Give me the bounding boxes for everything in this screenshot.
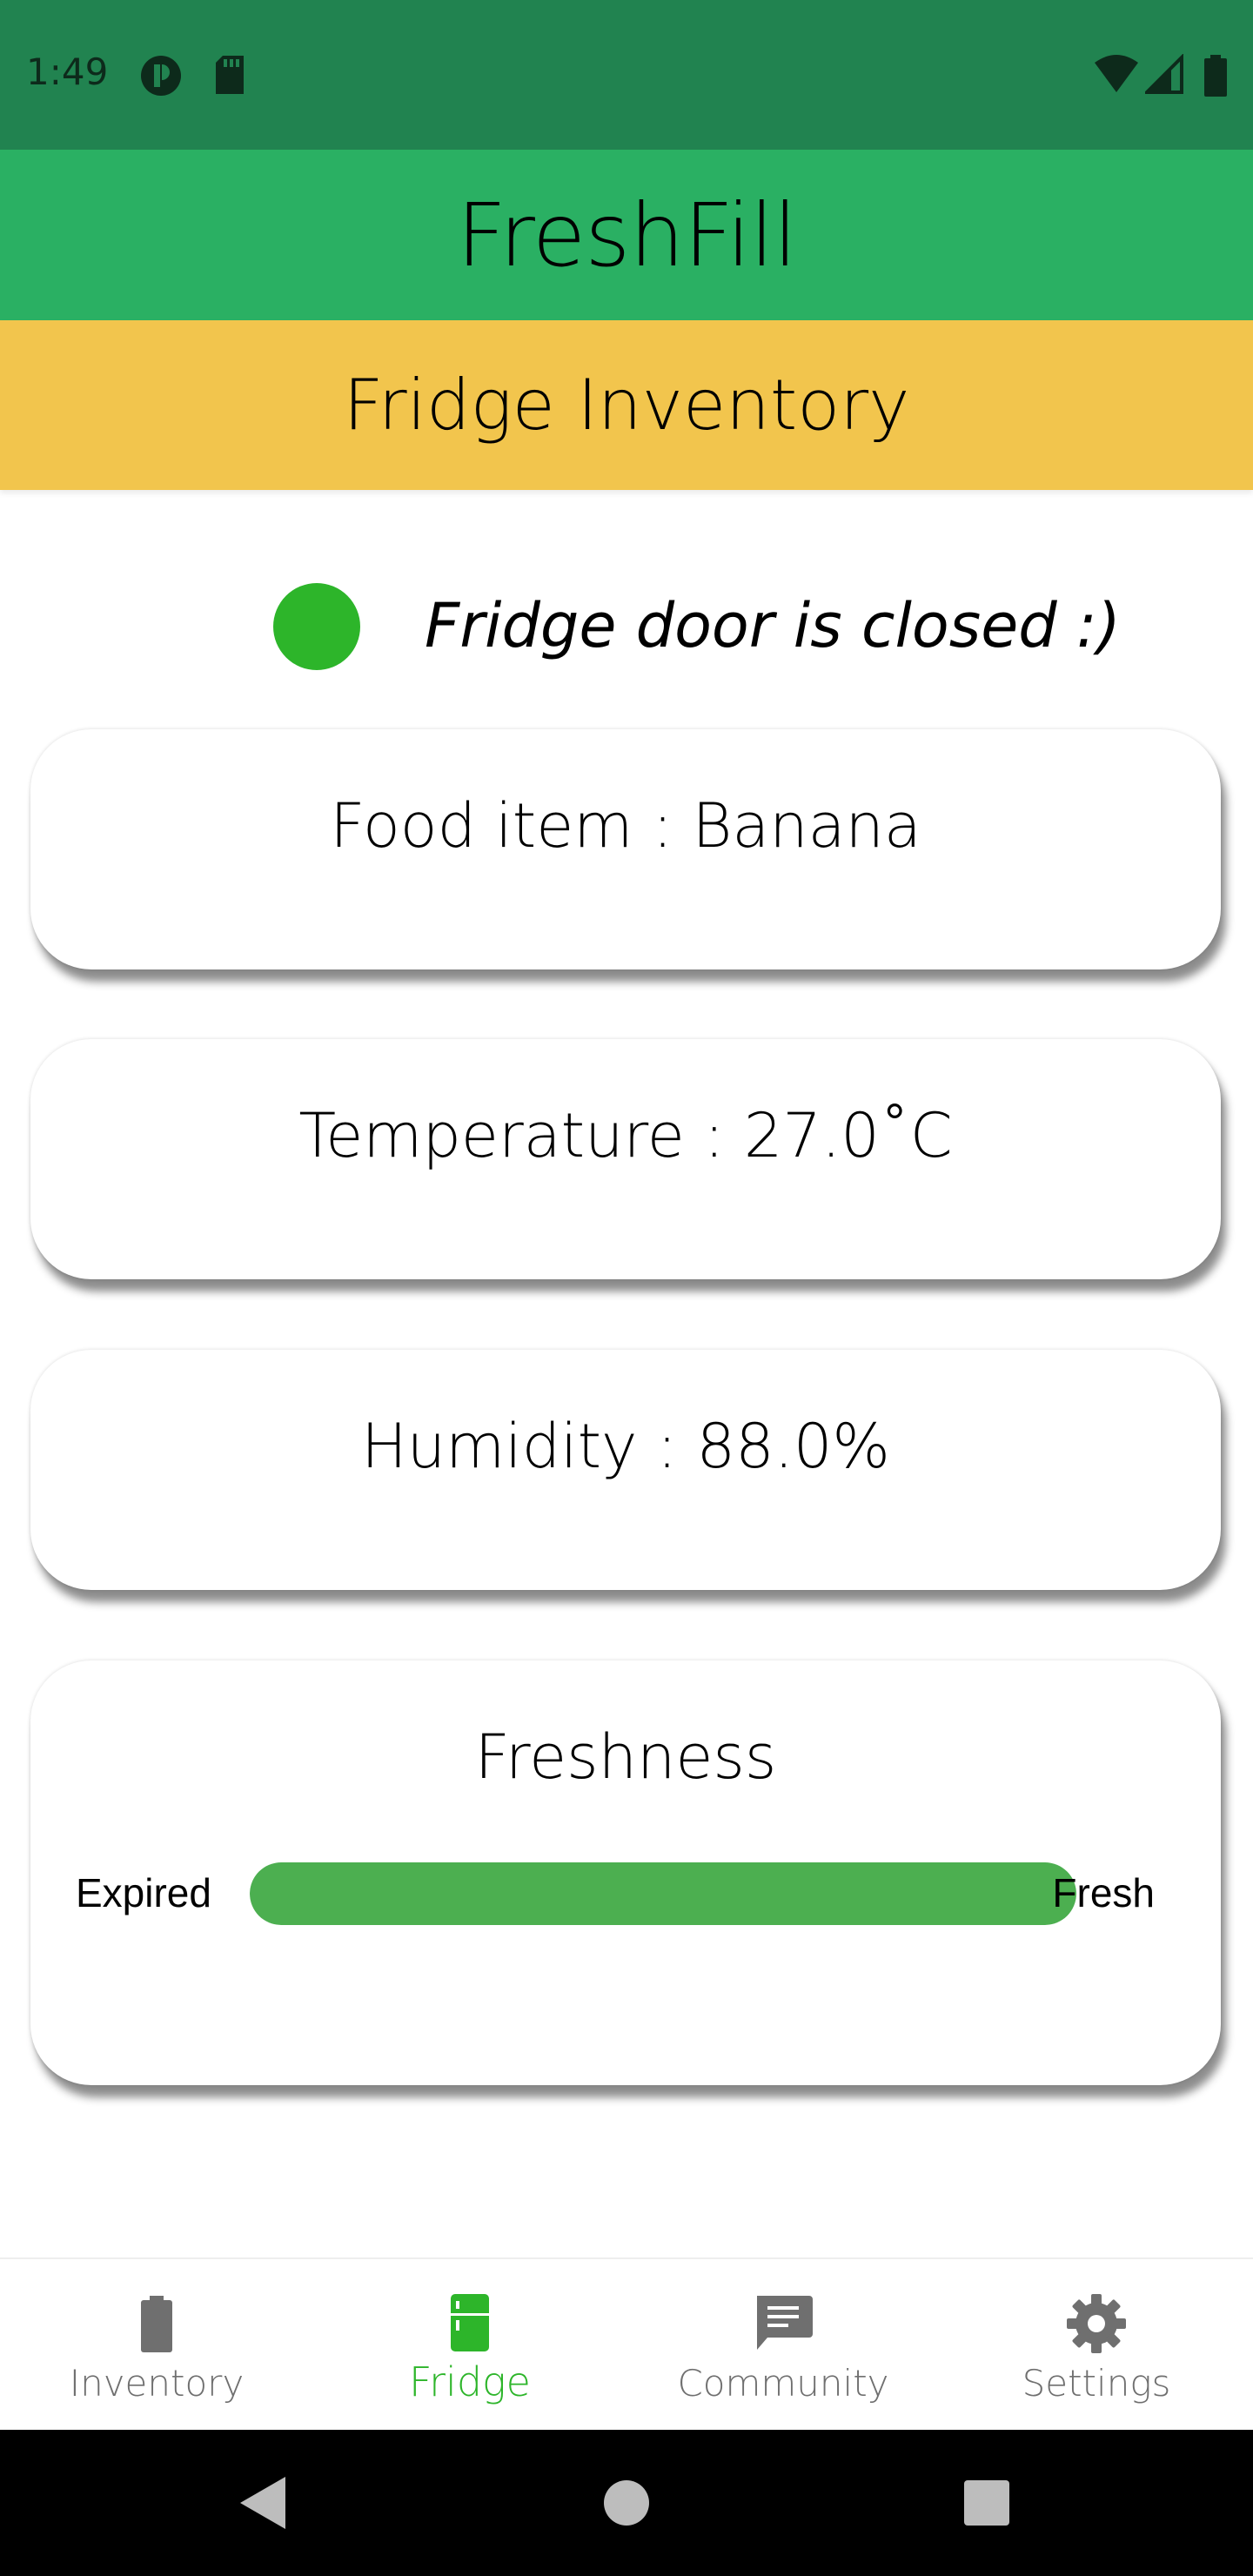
food-item-card: Food item : Banana: [30, 729, 1221, 969]
battery-icon: [141, 2296, 172, 2352]
door-status: Fridge door is closed :): [0, 574, 1253, 679]
app-bar: FreshFill: [0, 150, 1253, 320]
food-item-text: Food item : Banana: [330, 790, 921, 862]
nav-item-community[interactable]: Community: [626, 2259, 940, 2432]
page-title: Fridge Inventory: [343, 365, 910, 446]
status-time: 1:49: [26, 50, 109, 93]
humidity-text: Humidity : 88.0%: [361, 1411, 890, 1482]
chat-icon: [757, 2296, 813, 2350]
freshness-meter: Expired Fresh: [76, 1862, 1176, 1925]
humidity-card: Humidity : 88.0%: [30, 1350, 1221, 1590]
freshness-title: Freshness: [474, 1721, 777, 1793]
temperature-card: Temperature : 27.0˚C: [30, 1039, 1221, 1279]
nav-label-inventory: Inventory: [69, 2362, 245, 2405]
door-status-indicator: [273, 583, 360, 670]
status-bar: 1:49: [0, 0, 1253, 150]
freshness-card: Freshness Expired Fresh: [30, 1660, 1221, 2085]
freshness-bar-fill: [250, 1862, 1076, 1925]
nav-item-inventory[interactable]: Inventory: [0, 2259, 313, 2432]
bottom-navigation: Inventory Fridge Community Settings: [0, 2257, 1253, 2432]
app-notification-icon: [141, 56, 181, 96]
nav-label-settings: Settings: [1022, 2362, 1171, 2405]
nav-label-community: Community: [677, 2362, 889, 2405]
section-header: Fridge Inventory: [0, 320, 1253, 490]
battery-icon: [1204, 55, 1227, 97]
system-navigation-bar: [0, 2430, 1253, 2576]
sd-card-icon: [216, 56, 244, 94]
freshness-expired-label: Expired: [76, 1870, 211, 1915]
freshness-bar: [250, 1862, 1076, 1925]
temperature-text: Temperature : 27.0˚C: [298, 1100, 953, 1171]
gear-icon: [1067, 2294, 1126, 2353]
nav-item-settings[interactable]: Settings: [940, 2259, 1253, 2432]
wifi-icon: [1095, 55, 1138, 92]
screen: 1:49 FreshFill Fridge Inventory Fridge d…: [0, 0, 1253, 2576]
signal-icon: [1145, 54, 1183, 94]
recents-icon[interactable]: [943, 2459, 1030, 2546]
fridge-icon: [451, 2294, 489, 2351]
nav-label-fridge: Fridge: [409, 2358, 531, 2405]
app-title: FreshFill: [456, 184, 798, 286]
nav-item-fridge[interactable]: Fridge: [313, 2259, 626, 2432]
door-status-text: Fridge door is closed :): [425, 590, 1121, 661]
back-icon[interactable]: [219, 2459, 306, 2546]
home-icon[interactable]: [583, 2459, 670, 2546]
freshness-fresh-label: Fresh: [1052, 1870, 1155, 1915]
